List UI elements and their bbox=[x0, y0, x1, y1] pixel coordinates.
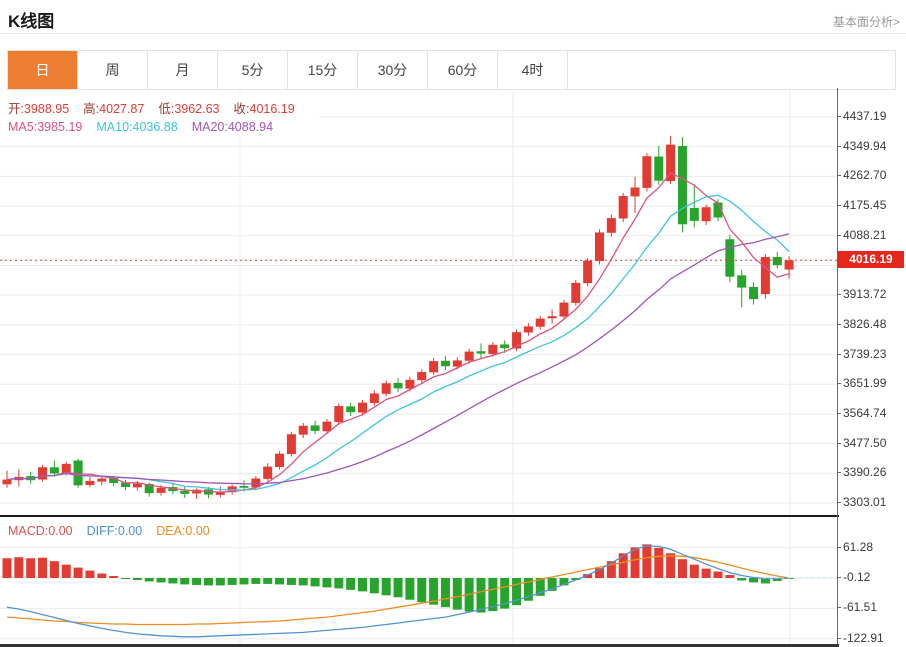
price-axis-label: 4262.70 bbox=[843, 168, 887, 182]
axis-tick bbox=[837, 638, 841, 639]
page-header: K线图 基本面分析> bbox=[0, 0, 906, 34]
fundamental-analysis-link[interactable]: 基本面分析> bbox=[833, 13, 900, 30]
price-axis-label: -0.12 bbox=[843, 570, 871, 584]
price-axis-label: 4437.19 bbox=[843, 109, 887, 123]
price-axis-label: 3303.01 bbox=[843, 495, 887, 509]
axis-tick bbox=[837, 324, 841, 325]
info-value: 4016.19 bbox=[249, 102, 295, 116]
info-label: MACD: bbox=[8, 524, 49, 538]
page-title: K线图 bbox=[8, 12, 55, 31]
axis-tick bbox=[837, 235, 841, 236]
timeframe-tabbar: 日周月 5分 15分 30分 60分 4时 bbox=[7, 50, 896, 90]
info-item: 收:4016.19 bbox=[234, 102, 295, 116]
axis-tick bbox=[837, 205, 841, 206]
tab-timeframe-0[interactable]: 日 bbox=[8, 51, 78, 89]
info-value: 0.00 bbox=[117, 524, 143, 538]
info-value: 4036.88 bbox=[132, 120, 178, 134]
info-item: DEA:0.00 bbox=[156, 524, 210, 538]
info-item: MACD:0.00 bbox=[8, 524, 73, 538]
info-value: 0.00 bbox=[185, 524, 210, 538]
price-axis-line bbox=[837, 88, 838, 647]
axis-tick bbox=[837, 577, 841, 578]
tab-timeframe-3[interactable]: 5分 bbox=[218, 51, 288, 89]
tabbar-filler bbox=[568, 51, 895, 89]
info-value: 3988.95 bbox=[23, 102, 70, 116]
macd-info-row: MACD:0.00 DIFF:0.00 DEA:0.00 bbox=[0, 521, 234, 541]
price-axis-label: 3477.50 bbox=[843, 436, 887, 450]
info-label: MA5: bbox=[8, 120, 38, 134]
price-axis-label: 4088.21 bbox=[843, 228, 887, 242]
info-label: MA10: bbox=[96, 120, 133, 134]
info-label: 开: bbox=[8, 102, 24, 116]
info-item: 高:4027.87 bbox=[83, 102, 144, 116]
axis-tick bbox=[837, 443, 841, 444]
ma-info-row: MA5:3985.19 MA10:4036.88 MA20:4088.94 bbox=[0, 117, 298, 137]
price-axis-label: 3826.48 bbox=[843, 317, 887, 331]
axis-tick bbox=[837, 354, 841, 355]
info-value: 4027.87 bbox=[99, 102, 145, 116]
main-candlestick-chart[interactable] bbox=[0, 91, 837, 516]
chart-region: 开:3988.95 高:4027.87 低:3962.63 收:4016.19 MA5… bbox=[0, 88, 906, 647]
price-axis-label: 4349.94 bbox=[843, 139, 887, 153]
price-axis-label: 4175.45 bbox=[843, 198, 887, 212]
info-value: 0.00 bbox=[48, 524, 73, 538]
info-label: MA20: bbox=[191, 120, 228, 134]
info-item: 开:3988.95 bbox=[8, 102, 69, 116]
info-label: DIFF: bbox=[86, 524, 118, 538]
info-label: DEA: bbox=[156, 524, 186, 538]
tab-timeframe-5[interactable]: 30分 bbox=[358, 51, 428, 89]
info-item: DIFF:0.00 bbox=[87, 524, 143, 538]
price-axis-label: 3913.72 bbox=[843, 287, 887, 301]
info-value: 3962.63 bbox=[174, 102, 220, 116]
axis-tick bbox=[837, 502, 841, 503]
info-label: 低: bbox=[158, 102, 175, 116]
tab-timeframe-1[interactable]: 周 bbox=[78, 51, 148, 89]
info-value: 4088.94 bbox=[227, 120, 274, 134]
info-item: MA10:4036.88 bbox=[96, 120, 177, 134]
axis-tick bbox=[837, 607, 841, 608]
axis-tick bbox=[837, 294, 841, 295]
price-axis-label: -61.51 bbox=[843, 600, 878, 614]
axis-tick bbox=[837, 547, 841, 548]
price-axis-label: 3564.74 bbox=[843, 406, 887, 420]
info-item: 低:3962.63 bbox=[158, 102, 219, 116]
price-axis-label: 3390.26 bbox=[843, 465, 887, 479]
info-item: MA20:4088.94 bbox=[192, 120, 273, 134]
axis-tick bbox=[837, 383, 841, 384]
price-axis-label: 3739.23 bbox=[843, 347, 887, 361]
info-label: 高: bbox=[83, 102, 100, 116]
price-axis-label: -122.91 bbox=[843, 631, 884, 645]
axis-tick bbox=[837, 472, 841, 473]
info-item: MA5:3985.19 bbox=[8, 120, 82, 134]
tab-timeframe-4[interactable]: 15分 bbox=[288, 51, 358, 89]
price-axis-label: 61.28 bbox=[843, 540, 874, 554]
axis-tick bbox=[837, 116, 841, 117]
price-axis-label: 3651.99 bbox=[843, 376, 887, 390]
panel-divider bbox=[0, 515, 839, 517]
axis-tick bbox=[837, 413, 841, 414]
tab-timeframe-7[interactable]: 4时 bbox=[498, 51, 568, 89]
tab-timeframe-6[interactable]: 60分 bbox=[428, 51, 498, 89]
tab-timeframe-2[interactable]: 月 bbox=[148, 51, 218, 89]
info-label: 收: bbox=[233, 102, 250, 116]
current-price-badge: 4016.19 bbox=[838, 251, 904, 268]
info-value: 3985.19 bbox=[37, 120, 83, 134]
axis-tick bbox=[837, 146, 841, 147]
axis-tick bbox=[837, 175, 841, 176]
